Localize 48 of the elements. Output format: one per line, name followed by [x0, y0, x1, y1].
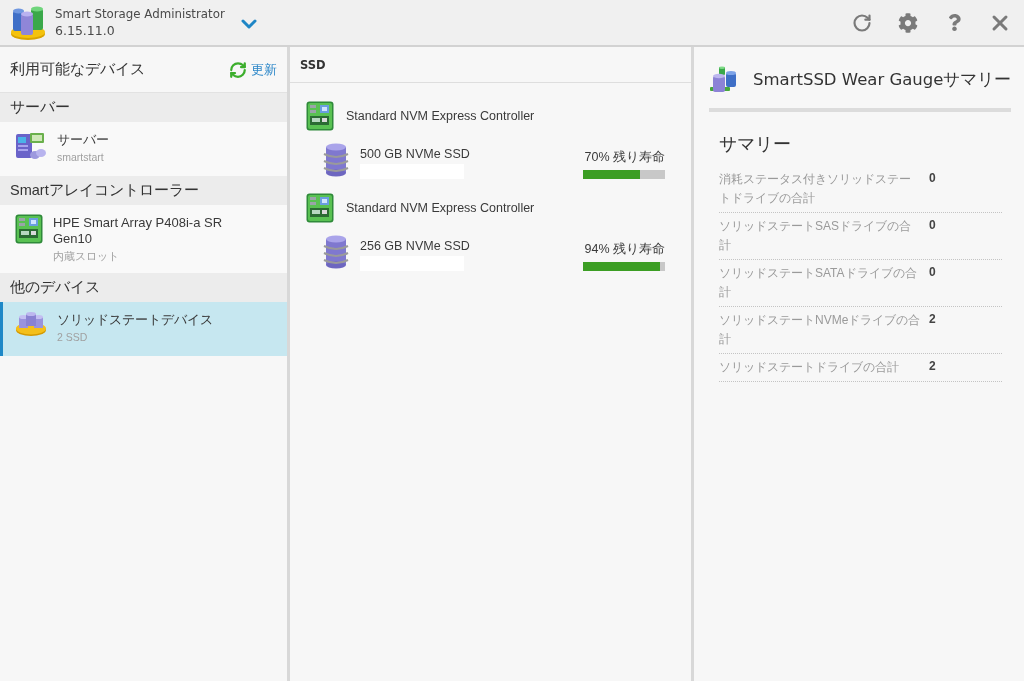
group-heading: Smartアレイコントローラー [0, 176, 287, 205]
refresh-link[interactable]: 更新 [229, 60, 277, 79]
summary-value: 0 [929, 170, 936, 186]
group-heading: 他のデバイス [0, 273, 287, 302]
device-name: ソリッドステートデバイス [57, 312, 213, 328]
drive-name: 500 GB NVMe SSD [360, 147, 470, 161]
panel-title: 利用可能なデバイス [10, 60, 145, 79]
device-detail: 2 SSD [57, 331, 89, 343]
summary-title: SmartSSD Wear Gaugeサマリー [753, 68, 1012, 91]
refresh-icon [852, 12, 872, 33]
group-heading: サーバー [0, 93, 287, 122]
app-logo-icon [10, 4, 46, 41]
summary-label: 消耗ステータス付きソリッドステートドライブの合計 [719, 171, 912, 207]
life-reading: 94% 残り寿命 [584, 241, 665, 258]
storage-summary-icon [709, 65, 739, 94]
app-menu-button[interactable] [240, 18, 257, 29]
controller-board-icon [306, 101, 334, 131]
controller-board-icon [15, 214, 43, 244]
settings-icon [898, 12, 918, 33]
device-detail: smartstart [57, 151, 105, 163]
summary-value: 0 [929, 264, 936, 280]
ssd-group-icon [15, 311, 47, 337]
summary-value: 0 [929, 217, 936, 233]
disk-stack-icon [322, 235, 350, 269]
device-name: サーバー [57, 132, 109, 148]
summary-value: 2 [929, 311, 936, 327]
chevron-down-icon [240, 18, 257, 29]
settings-button[interactable] [896, 10, 920, 35]
device-list-item[interactable]: ソリッドステートデバイス 2 SSD [0, 302, 287, 356]
disk-stack-icon [322, 143, 350, 177]
summary-label: ソリッドステートSATAドライブの合計 [719, 265, 918, 301]
app-title: Smart Storage Administrator [55, 7, 225, 21]
panel-title: SSD [300, 57, 326, 72]
refresh-icon [229, 60, 247, 79]
app-version: 6.15.11.0 [55, 23, 116, 38]
summary-value: 2 [929, 358, 936, 374]
server-icon [15, 131, 47, 161]
controller-name: Standard NVM Express Controller [346, 109, 535, 123]
summary-label: ソリッドステートNVMeドライブの合計 [719, 312, 921, 348]
controller-board-icon [306, 193, 334, 223]
device-name: HPE Smart Array P408i-a SR Gen10 [53, 215, 224, 247]
life-reading: 70% 残り寿命 [584, 149, 665, 166]
drive-name: 256 GB NVMe SSD [360, 239, 470, 253]
summary-label: ソリッドステートSASドライブの合計 [719, 218, 912, 254]
summary-heading: サマリー [719, 133, 792, 156]
device-detail: 内蔵スロット [53, 250, 120, 264]
summary-label: ソリッドステートドライブの合計 [719, 359, 900, 376]
controller-name: Standard NVM Express Controller [346, 201, 535, 215]
